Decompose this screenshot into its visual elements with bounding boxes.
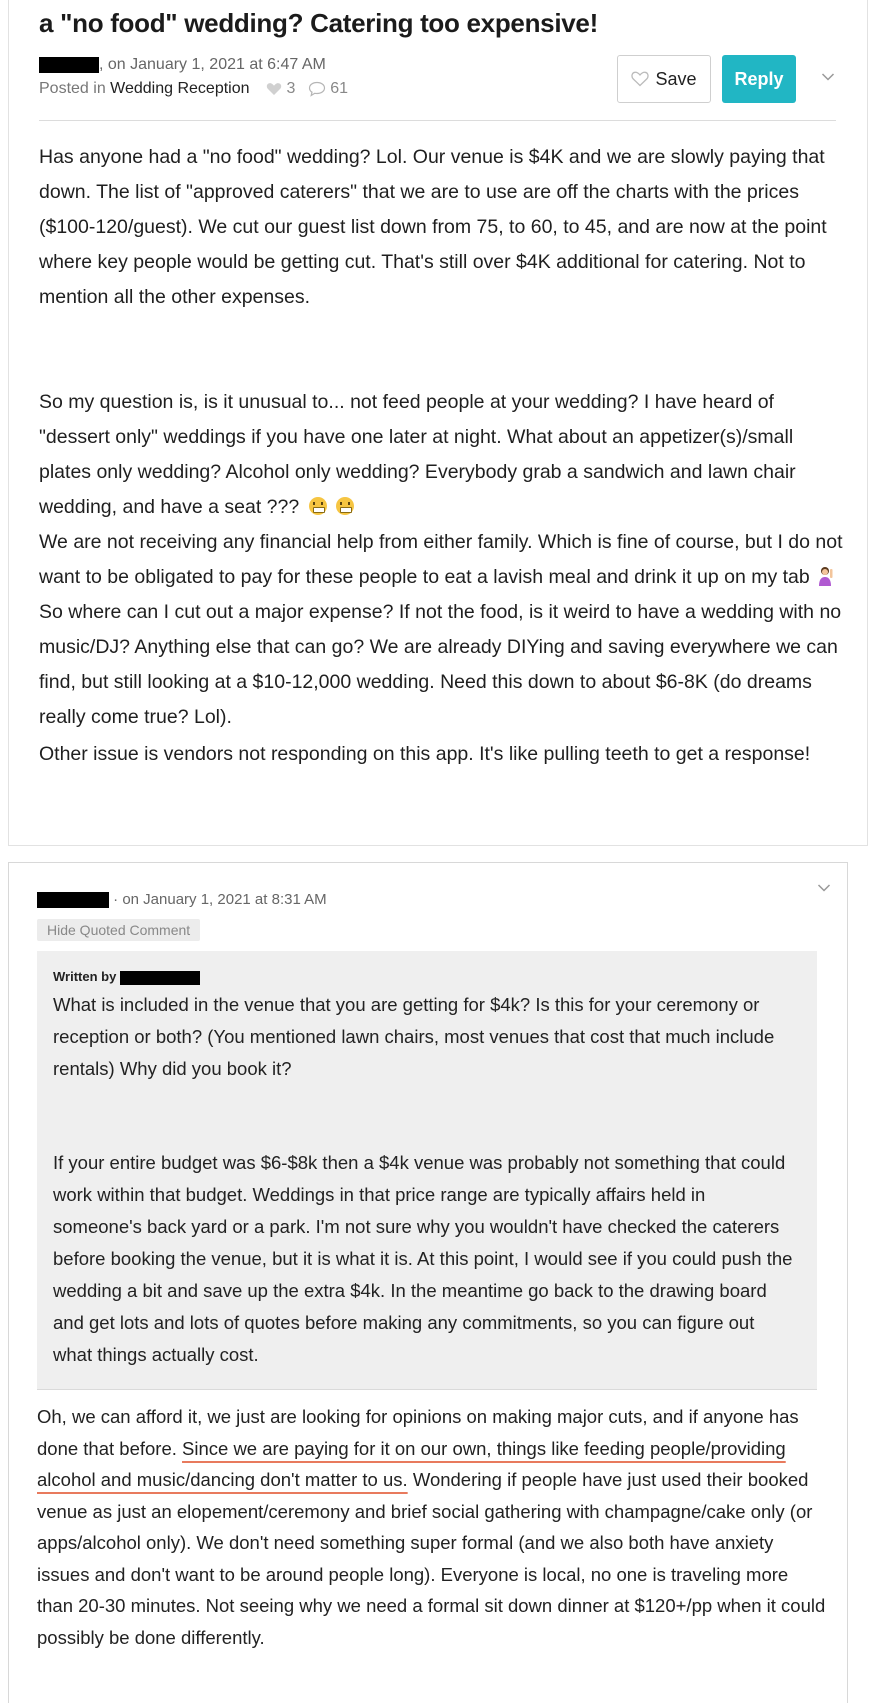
comments-count: 61 (330, 80, 349, 97)
grimace-emoji (336, 497, 355, 515)
post-meta-author: , on January 1, 2021 at 6:47 AM (39, 56, 326, 74)
redacted-author (119, 970, 200, 985)
save-button[interactable]: Save (617, 55, 711, 103)
post-date: , on January 1, 2021 at 6:47 AM (99, 56, 326, 73)
written-by: Written by (53, 969, 200, 985)
post-paragraph-2: So my question is, is it unusual to... n… (39, 391, 796, 518)
comment-reply-text: Oh, we can afford it, we just are lookin… (37, 1406, 826, 1648)
quote-paragraph-2: If your entire budget was $6-$8k then a … (53, 1152, 793, 1365)
redacted-author (37, 892, 109, 909)
comment-meta: · on January 1, 2021 at 8:31 AM (37, 891, 327, 909)
grimace-emoji (308, 497, 327, 515)
post-meta-category: Posted in Wedding Reception 3 61 (39, 80, 348, 98)
heart-icon (266, 82, 282, 95)
comment-card: · on January 1, 2021 at 8:31 AM Hide Quo… (8, 862, 848, 1703)
quoted-comment: Written by What is included in the venue… (37, 951, 817, 1390)
person-gesture-emoji (819, 567, 833, 586)
chevron-down-icon[interactable] (817, 883, 831, 893)
post-paragraph-1: Has anyone had a "no food" wedding? Lol.… (39, 146, 827, 308)
save-label: Save (655, 68, 697, 89)
post-paragraph-4: Other issue is vendors not responding on… (39, 743, 811, 765)
redacted-author (39, 56, 99, 73)
comment-date: · on January 1, 2021 at 8:31 AM (113, 891, 327, 908)
original-post: a "no food" wedding? Catering too expens… (8, 0, 868, 846)
hide-quoted-comment-button[interactable]: Hide Quoted Comment (37, 919, 201, 941)
heart-outline-icon (631, 71, 650, 87)
reply-button[interactable]: Reply (722, 55, 796, 103)
chevron-down-icon[interactable] (821, 72, 835, 82)
category-link[interactable]: Wedding Reception (110, 80, 249, 97)
posted-in-label: Posted in (39, 80, 106, 97)
comment-bubble-icon (308, 81, 325, 97)
header-divider (39, 120, 836, 121)
post-paragraph-3: We are not receiving any financial help … (39, 531, 843, 728)
likes-count: 3 (286, 80, 296, 97)
quote-paragraph-1: What is included in the venue that you a… (53, 994, 775, 1079)
post-title[interactable]: a "no food" wedding? Catering too expens… (39, 8, 598, 39)
